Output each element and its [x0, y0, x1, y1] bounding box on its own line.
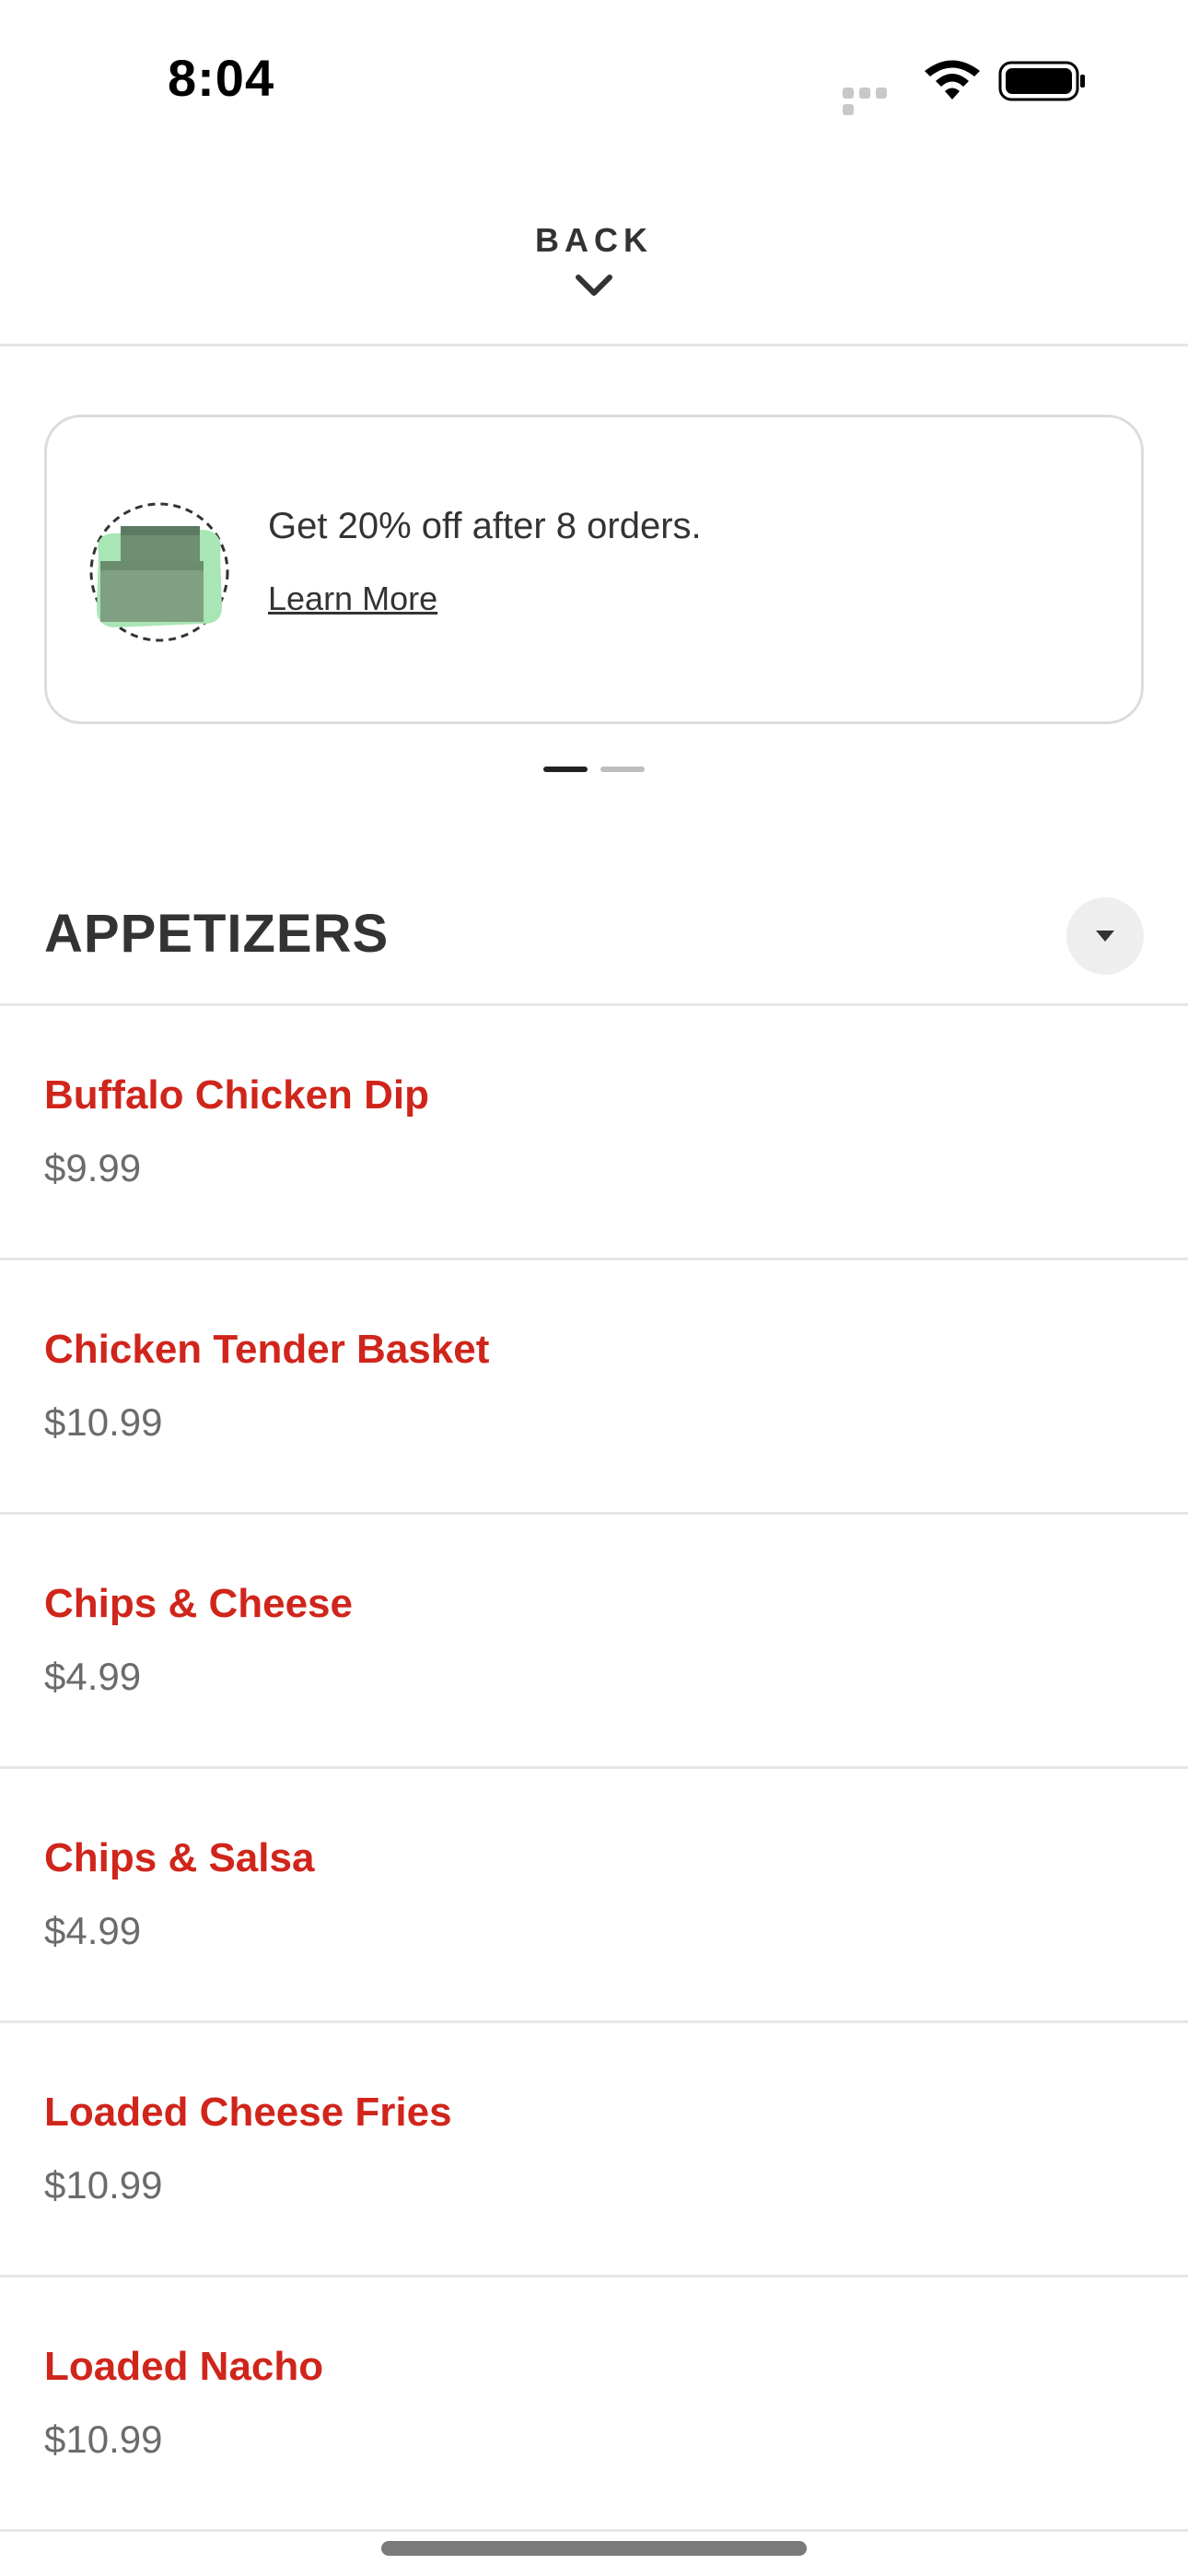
menu-item[interactable]: Loaded Nacho $10.99: [0, 2277, 1188, 2532]
menu-item[interactable]: Chicken Tender Basket $10.99: [0, 1260, 1188, 1515]
item-name: Chips & Salsa: [44, 1835, 315, 1880]
cellular-signal-icon: [843, 87, 905, 115]
item-price: $10.99: [44, 1400, 163, 1444]
collapse-section-button[interactable]: [1066, 897, 1144, 975]
menu-list: Buffalo Chicken Dip $9.99 Chicken Tender…: [0, 1006, 1188, 2532]
home-indicator[interactable]: [381, 2541, 807, 2556]
menu-item[interactable]: Chips & Salsa $4.99: [0, 1769, 1188, 2023]
item-name: Chips & Cheese: [44, 1581, 353, 1626]
pager-dot[interactable]: [600, 767, 645, 772]
pager-dot-active[interactable]: [543, 767, 588, 772]
item-price: $4.99: [44, 1909, 142, 1952]
item-price: $10.99: [44, 2163, 163, 2207]
learn-more-link[interactable]: Learn More: [268, 580, 437, 618]
promo-text: Get 20% off after 8 orders.: [268, 506, 702, 546]
back-button[interactable]: BACK: [0, 221, 1188, 260]
item-name: Loaded Cheese Fries: [44, 2090, 452, 2135]
menu-screen: 8:04 BACK Get 20% off after 8 orders. Le…: [0, 0, 1188, 2576]
rewards-promo-card[interactable]: Get 20% off after 8 orders. Learn More: [44, 415, 1144, 724]
item-price: $4.99: [44, 1655, 142, 1698]
back-header[interactable]: BACK: [0, 157, 1188, 346]
menu-item[interactable]: Chips & Cheese $4.99: [0, 1515, 1188, 1769]
takeout-containers-icon: [89, 502, 229, 642]
menu-item[interactable]: Buffalo Chicken Dip $9.99: [0, 1006, 1188, 1260]
item-name: Buffalo Chicken Dip: [44, 1072, 430, 1118]
caret-down-icon: [1096, 931, 1114, 942]
appetizers-section-header[interactable]: APPETIZERS: [0, 884, 1188, 1006]
item-name: Loaded Nacho: [44, 2344, 324, 2389]
carousel-pager[interactable]: [543, 767, 645, 772]
menu-item[interactable]: Loaded Cheese Fries $10.99: [0, 2023, 1188, 2277]
battery-icon: [998, 61, 1085, 101]
item-price: $10.99: [44, 2418, 163, 2461]
wifi-icon: [925, 60, 980, 100]
chevron-down-icon[interactable]: [575, 273, 613, 299]
status-bar: 8:04: [0, 0, 1188, 157]
status-time: 8:04: [168, 49, 275, 107]
item-price: $9.99: [44, 1146, 142, 1189]
section-title: APPETIZERS: [44, 904, 390, 964]
item-name: Chicken Tender Basket: [44, 1327, 490, 1372]
